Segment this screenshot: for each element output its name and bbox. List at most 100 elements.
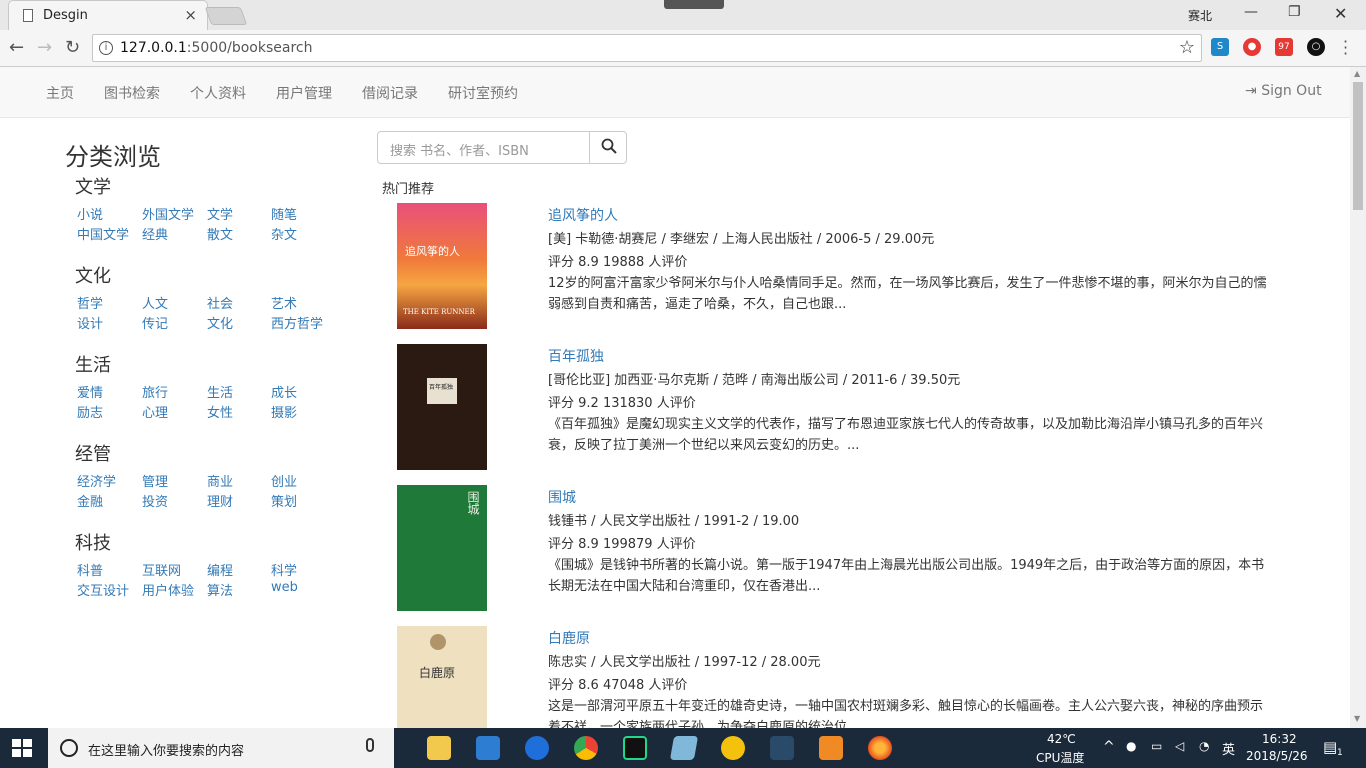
category-link[interactable]: 西方哲学	[271, 313, 323, 332]
weibo-icon[interactable]: ●	[1243, 38, 1261, 56]
nav-book-search[interactable]: 图书检索	[104, 83, 160, 103]
reload-icon[interactable]: ↻	[65, 37, 80, 58]
category-link[interactable]: 散文	[207, 224, 233, 243]
store-icon[interactable]	[476, 736, 500, 760]
category-link[interactable]: 摄影	[271, 402, 297, 421]
clock-time[interactable]: 16:32	[1262, 732, 1297, 746]
book-title-link[interactable]: 百年孤独	[548, 346, 604, 366]
nav-home[interactable]: 主页	[46, 83, 74, 103]
category-link[interactable]: 社会	[207, 293, 233, 312]
battery-icon[interactable]: ▭	[1151, 739, 1162, 753]
search-button[interactable]	[589, 132, 627, 163]
category-link[interactable]: 编程	[207, 560, 233, 579]
volume-icon[interactable]: ◁	[1175, 739, 1184, 753]
category-link[interactable]: 经典	[142, 224, 168, 243]
new-tab-button[interactable]	[204, 7, 248, 25]
circle-extension-icon[interactable]: ○	[1307, 38, 1325, 56]
nav-borrow-records[interactable]: 借阅记录	[362, 83, 418, 103]
category-link[interactable]: 爱情	[77, 382, 103, 401]
category-link[interactable]: 励志	[77, 402, 103, 421]
info-icon[interactable]: i	[99, 41, 113, 55]
nav-room-booking[interactable]: 研讨室预约	[448, 83, 518, 103]
book-cover[interactable]: 追风筝的人 THE KITE RUNNER	[397, 203, 487, 329]
minimize-icon[interactable]: —	[1244, 4, 1258, 20]
scroll-down-icon[interactable]: ▼	[1354, 714, 1360, 723]
pdf-app-icon[interactable]	[819, 736, 843, 760]
notification-icon[interactable]: ▤	[1323, 738, 1337, 756]
tray-expand-icon[interactable]: ^	[1103, 739, 1115, 755]
close-tab-icon[interactable]: ×	[184, 6, 197, 24]
category-link[interactable]: 文学	[207, 204, 233, 223]
book-cover[interactable]: 围城	[397, 485, 487, 611]
clock-date[interactable]: 2018/5/26	[1246, 749, 1308, 763]
category-link[interactable]: 哲学	[77, 293, 103, 312]
category-link[interactable]: 随笔	[271, 204, 297, 223]
network-icon[interactable]: ◔	[1199, 739, 1209, 753]
scrollbar-thumb[interactable]	[1353, 82, 1363, 210]
chrome-icon[interactable]	[574, 736, 598, 760]
category-link[interactable]: 算法	[207, 580, 233, 599]
book-title-link[interactable]: 围城	[548, 487, 576, 507]
notes-app-icon[interactable]	[669, 736, 699, 760]
back-icon[interactable]: ←	[9, 37, 24, 58]
book-title-link[interactable]: 追风筝的人	[548, 205, 618, 225]
category-link[interactable]: 成长	[271, 382, 297, 401]
cortana-icon[interactable]	[60, 739, 78, 757]
windows-start-icon[interactable]	[12, 739, 32, 757]
category-link[interactable]: 中国文学	[77, 224, 129, 243]
close-window-icon[interactable]: ✕	[1334, 4, 1347, 23]
qq-icon[interactable]: ●	[1126, 739, 1136, 753]
edge-icon[interactable]	[525, 736, 549, 760]
category-link[interactable]: 旅行	[142, 382, 168, 401]
drive-app-icon[interactable]	[721, 736, 745, 760]
firefox-icon[interactable]	[868, 736, 892, 760]
category-link[interactable]: 商业	[207, 471, 233, 490]
category-link[interactable]: web	[271, 580, 298, 595]
category-link[interactable]: 心理	[142, 402, 168, 421]
category-link[interactable]: 创业	[271, 471, 297, 490]
category-link[interactable]: 设计	[77, 313, 103, 332]
taskbar-search-box[interactable]: 在这里输入你要搜索的内容	[48, 728, 394, 768]
search-input[interactable]: 搜索 书名、作者、ISBN	[390, 140, 529, 159]
category-link[interactable]: 外国文学	[142, 204, 194, 223]
category-link[interactable]: 互联网	[142, 560, 181, 579]
page-scrollbar[interactable]: ▲ ▼	[1350, 67, 1366, 728]
extension-s-icon[interactable]: S	[1211, 38, 1229, 56]
browser-menu-icon[interactable]: · · ·	[1343, 34, 1348, 62]
scroll-up-icon[interactable]: ▲	[1354, 69, 1360, 78]
category-link[interactable]: 投资	[142, 491, 168, 510]
book-cover[interactable]: 白鹿原	[397, 626, 487, 728]
file-explorer-icon[interactable]	[427, 736, 451, 760]
nav-user-management[interactable]: 用户管理	[276, 83, 332, 103]
category-link[interactable]: 管理	[142, 471, 168, 490]
category-link[interactable]: 用户体验	[142, 580, 194, 599]
category-link[interactable]: 金融	[77, 491, 103, 510]
category-link[interactable]: 生活	[207, 382, 233, 401]
mail-extension-icon[interactable]: 97	[1275, 38, 1293, 56]
bookmark-star-icon[interactable]: ☆	[1179, 37, 1195, 58]
category-link[interactable]: 科普	[77, 560, 103, 579]
book-cover[interactable]: 百年孤独	[397, 344, 487, 470]
category-link[interactable]: 传记	[142, 313, 168, 332]
category-link[interactable]: 杂文	[271, 224, 297, 243]
category-link[interactable]: 艺术	[271, 293, 297, 312]
browser-tab[interactable]: Desgin ×	[8, 0, 208, 30]
forward-icon[interactable]: →	[37, 37, 52, 58]
restore-icon[interactable]: ❐	[1288, 4, 1301, 20]
category-link[interactable]: 理财	[207, 491, 233, 510]
book-title-link[interactable]: 白鹿原	[548, 628, 590, 648]
category-link[interactable]: 经济学	[77, 471, 116, 490]
address-bar[interactable]: i 127.0.0.1:5000/booksearch ☆	[92, 34, 1202, 62]
category-link[interactable]: 文化	[207, 313, 233, 332]
pycharm-icon[interactable]	[623, 736, 647, 760]
category-link[interactable]: 人文	[142, 293, 168, 312]
url-text[interactable]: 127.0.0.1:5000/booksearch	[120, 40, 313, 56]
category-link[interactable]: 策划	[271, 491, 297, 510]
nav-profile[interactable]: 个人资料	[190, 83, 246, 103]
category-link[interactable]: 小说	[77, 204, 103, 223]
microphone-icon[interactable]	[366, 738, 374, 752]
category-link[interactable]: 交互设计	[77, 580, 129, 599]
sign-out-button[interactable]: ⇥ Sign Out	[1245, 83, 1322, 99]
category-link[interactable]: 女性	[207, 402, 233, 421]
category-link[interactable]: 科学	[271, 560, 297, 579]
